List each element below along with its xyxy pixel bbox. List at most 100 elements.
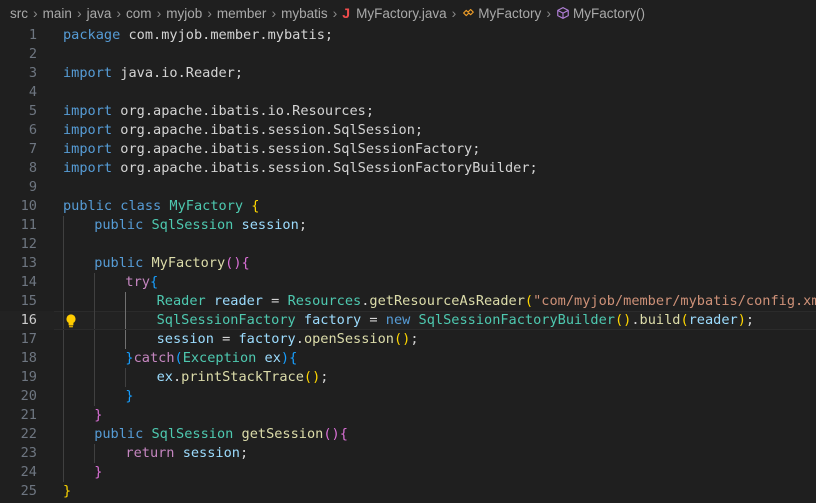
code-line[interactable]: 8 import org.apache.ibatis.session.SqlSes… — [0, 159, 816, 178]
code-token: { — [241, 255, 250, 271]
line-number[interactable]: 12 — [0, 235, 37, 254]
code-token: factory — [303, 312, 362, 328]
indent-guide — [63, 406, 64, 425]
line-number[interactable]: 17 — [0, 330, 37, 349]
java-file-icon: J — [342, 5, 351, 21]
line-number[interactable]: 4 — [0, 83, 37, 102]
line-number[interactable]: 20 — [0, 387, 37, 406]
indent-guide — [94, 349, 96, 368]
line-number[interactable]: 6 — [0, 121, 37, 140]
code-text: import org.apache.ibatis.session.SqlSess… — [63, 140, 480, 159]
code-line[interactable]: 4 — [0, 83, 816, 102]
indent-guide — [94, 330, 96, 349]
line-number[interactable]: 14 — [0, 273, 37, 292]
breadcrumb-folder-myjob[interactable]: myjob — [166, 6, 202, 21]
code-text: } — [94, 463, 102, 482]
line-number[interactable]: 23 — [0, 444, 37, 463]
code-line[interactable]: 25} — [0, 482, 816, 501]
code-text: public class MyFactory { — [63, 197, 259, 216]
indent-guide — [125, 330, 127, 349]
breadcrumb-folder-com[interactable]: com — [126, 6, 152, 21]
code-token: public — [94, 255, 144, 271]
code-line[interactable]: 11 public SqlSession session; — [0, 216, 816, 235]
lightbulb-icon[interactable] — [64, 313, 78, 328]
breadcrumb-file-label: MyFactory.java — [356, 6, 447, 21]
code-token: SqlSession — [151, 426, 234, 442]
chevron-right-icon: › — [332, 5, 338, 21]
code-line[interactable]: 13 public MyFactory(){ — [0, 254, 816, 273]
breadcrumb-folder-main[interactable]: main — [43, 6, 72, 21]
breadcrumb-method[interactable]: MyFactory() — [556, 6, 645, 21]
line-number[interactable]: 3 — [0, 64, 37, 83]
line-number[interactable]: 8 — [0, 159, 37, 178]
line-number[interactable]: 16 — [0, 311, 37, 330]
code-line[interactable]: 10 public class MyFactory { — [0, 197, 816, 216]
line-number[interactable]: 18 — [0, 349, 37, 368]
line-number[interactable]: 24 — [0, 463, 37, 482]
code-line[interactable]: 24} — [0, 463, 816, 482]
line-number[interactable]: 15 — [0, 292, 37, 311]
code-token: com.myjob.member.mybatis; — [120, 27, 334, 43]
code-token: org.apache.ibatis.session.SqlSessionFact… — [112, 160, 538, 176]
code-line[interactable]: 19 ex.printStackTrace(); — [0, 368, 816, 387]
code-line[interactable]: 15 Reader reader = Resources.getResourceA… — [0, 292, 816, 311]
code-token: return — [125, 445, 175, 461]
code-text: public SqlSession getSession(){ — [94, 425, 348, 444]
breadcrumb: src › main › java › com › myjob › member… — [0, 0, 816, 26]
line-number[interactable]: 10 — [0, 197, 37, 216]
code-line[interactable]: 21} — [0, 406, 816, 425]
breadcrumb-method-label: MyFactory() — [572, 5, 645, 21]
breadcrumb-folder-mybatis[interactable]: mybatis — [281, 6, 328, 21]
line-number[interactable]: 9 — [0, 178, 37, 197]
code-line[interactable]: 2 — [0, 45, 816, 64]
code-token: { — [149, 274, 159, 290]
breadcrumb-file[interactable]: J MyFactory.java — [342, 5, 446, 21]
code-token: package — [63, 27, 121, 43]
breadcrumb-class[interactable]: MyFactory — [461, 6, 541, 21]
code-line[interactable]: 6 import org.apache.ibatis.session.SqlSes… — [0, 121, 816, 140]
code-token: java.io.Reader; — [112, 65, 244, 81]
breadcrumb-folder-member[interactable]: member — [217, 6, 267, 21]
code-text: Reader reader = Resources.getResourceAsR… — [157, 292, 816, 311]
code-token: } — [94, 407, 103, 423]
code-token: ( — [524, 293, 534, 309]
line-number[interactable]: 7 — [0, 140, 37, 159]
code-token: "com/myjob/member/mybatis/config.xml" — [533, 293, 816, 309]
line-number[interactable]: 2 — [0, 45, 37, 64]
indent-guide — [63, 273, 64, 292]
line-number[interactable]: 1 — [0, 26, 37, 45]
code-line[interactable]: 3 import java.io.Reader; — [0, 64, 816, 83]
code-text: } — [63, 482, 71, 501]
code-line[interactable]: 12 — [0, 235, 816, 254]
line-number[interactable]: 22 — [0, 425, 37, 444]
code-line[interactable]: 23 return session; — [0, 444, 816, 463]
code-line[interactable]: 18}catch(Exception ex){ — [0, 349, 816, 368]
indent-guide — [94, 311, 96, 330]
code-line[interactable]: 7 import org.apache.ibatis.session.SqlSes… — [0, 140, 816, 159]
code-token: getSession — [241, 426, 324, 442]
code-line[interactable]: 1 package com.myjob.member.mybatis; — [0, 26, 816, 45]
code-text: import java.io.Reader; — [63, 64, 243, 83]
code-line[interactable]: 9 — [0, 178, 816, 197]
line-number[interactable]: 19 — [0, 368, 37, 387]
line-number[interactable]: 13 — [0, 254, 37, 273]
code-token: import — [63, 103, 113, 119]
code-token: ; — [298, 217, 307, 233]
line-number[interactable]: 25 — [0, 482, 37, 501]
code-token: org.apache.ibatis.io.Resources; — [112, 103, 375, 119]
code-line[interactable]: 5 import org.apache.ibatis.io.Resources; — [0, 102, 816, 121]
code-token: printStackTrace — [181, 369, 304, 385]
code-line[interactable]: 16 SqlSessionFactory factory = new SqlSes… — [0, 311, 816, 330]
code-line[interactable]: 17 session = factory.openSession(); — [0, 330, 816, 349]
code-editor[interactable]: 1 package com.myjob.member.mybatis; 2 3 impo… — [0, 26, 816, 501]
line-number[interactable]: 5 — [0, 102, 37, 121]
line-number[interactable]: 21 — [0, 406, 37, 425]
code-token: build — [639, 312, 681, 328]
code-line[interactable]: 20} — [0, 387, 816, 406]
code-line[interactable]: 22 public SqlSession getSession(){ — [0, 425, 816, 444]
line-number[interactable]: 11 — [0, 216, 37, 235]
breadcrumb-folder-src[interactable]: src — [10, 6, 28, 21]
code-token: ex — [264, 350, 281, 366]
code-line[interactable]: 14 try{ — [0, 273, 816, 292]
breadcrumb-folder-java[interactable]: java — [87, 6, 112, 21]
